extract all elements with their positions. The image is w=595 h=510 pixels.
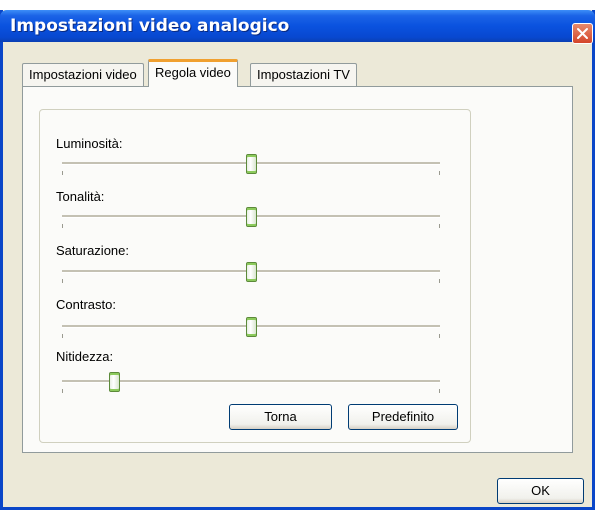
tab-regola-video[interactable]: Regola video <box>148 59 238 87</box>
brightness-label: Luminosità: <box>56 136 123 151</box>
hue-label: Tonalità: <box>56 189 105 204</box>
slider-tick <box>439 389 440 393</box>
slider-tick <box>62 389 63 393</box>
close-button[interactable] <box>572 23 593 44</box>
slider-tick <box>62 171 63 175</box>
tab-impostazioni-tv[interactable]: Impostazioni TV <box>250 63 357 86</box>
default-button[interactable]: Predefinito <box>348 404 458 430</box>
slider-thumb[interactable] <box>245 262 257 282</box>
slider-tick <box>62 279 63 283</box>
slider-thumb[interactable] <box>245 207 257 227</box>
slider-tick <box>439 334 440 338</box>
sharpness-label: Nitidezza: <box>56 349 114 364</box>
slider-tick <box>439 171 440 175</box>
slider-thumb[interactable] <box>109 372 121 392</box>
ok-button[interactable]: OK <box>497 478 584 504</box>
reset-button[interactable]: Torna <box>229 404 332 430</box>
tab-impostazioni-video[interactable]: Impostazioni video <box>22 63 144 86</box>
contrast-label: Contrasto: <box>56 297 116 312</box>
slider-tick <box>62 224 63 228</box>
saturation-label: Saturazione: <box>56 243 129 258</box>
slider-thumb[interactable] <box>245 317 257 337</box>
slider-tick <box>62 334 63 338</box>
window-title: Impostazioni video analogico <box>10 16 290 36</box>
slider-tick <box>439 224 440 228</box>
slider-tick <box>439 279 440 283</box>
slider-thumb[interactable] <box>245 154 257 174</box>
title-bar[interactable]: Impostazioni video analogico <box>0 10 595 44</box>
